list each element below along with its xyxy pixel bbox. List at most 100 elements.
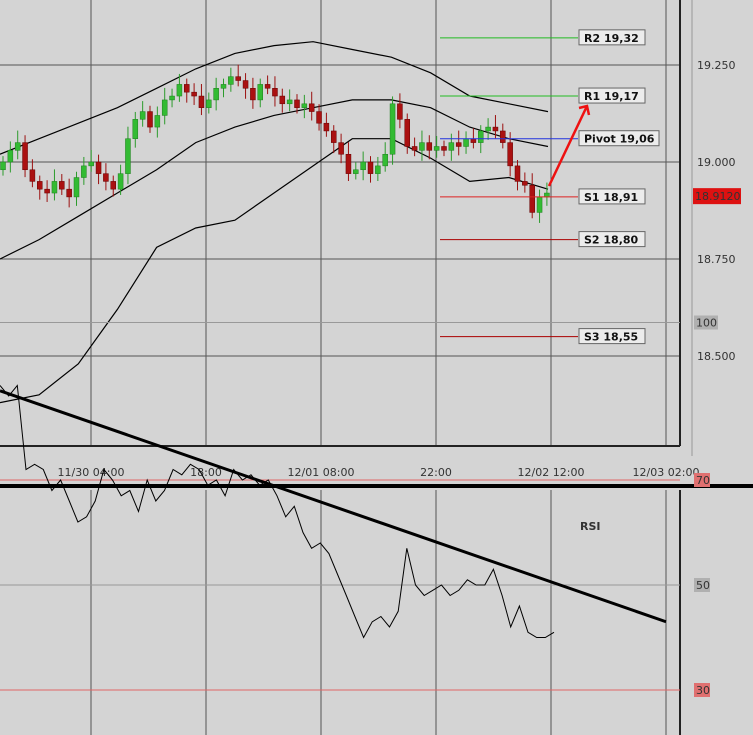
candle [7, 150, 14, 163]
rsi-tick-label: 30 [696, 684, 710, 697]
pivot-level-label: R1 19,17 [584, 90, 639, 103]
candle [367, 161, 374, 174]
candle [110, 181, 116, 190]
candle [404, 119, 410, 147]
candle [37, 181, 43, 190]
candle [433, 146, 440, 151]
candle [228, 76, 234, 85]
price-tick-label: 18.500 [697, 350, 736, 363]
candle [389, 103, 396, 155]
candle [147, 111, 153, 128]
candle [51, 181, 58, 194]
trading-chart: 19.250 19.000 18.750 18.500 11/30 04:00 18:00… [0, 0, 753, 735]
candle [411, 146, 418, 151]
candle [419, 142, 425, 151]
candle [485, 126, 491, 132]
rsi-title: RSI [580, 520, 601, 533]
price-tick-label: 18.750 [697, 253, 736, 266]
candle [500, 130, 506, 143]
candle [463, 138, 469, 147]
candle [529, 185, 535, 213]
candle [536, 196, 543, 213]
candle [191, 91, 197, 97]
time-tick-label: 22:00 [420, 466, 452, 479]
current-price-label: 18.9120 [695, 190, 741, 203]
candle [161, 99, 168, 116]
candle [353, 169, 359, 174]
candle [301, 103, 308, 108]
candle [316, 111, 322, 124]
candle [198, 95, 205, 108]
candle [73, 177, 80, 198]
candle [139, 111, 146, 120]
time-tick-label: 12/03 02:00 [633, 466, 700, 479]
candle [345, 153, 352, 174]
candle [176, 84, 183, 97]
candle [59, 181, 65, 190]
candle [220, 84, 227, 89]
rsi-tick-label: 50 [696, 579, 710, 592]
time-tick-label: 12/01 08:00 [288, 466, 355, 479]
candle [242, 80, 249, 89]
candle [14, 142, 21, 151]
candle [88, 161, 94, 167]
candle [507, 142, 513, 167]
candle [478, 130, 484, 143]
candle [66, 188, 72, 198]
candle [522, 181, 528, 186]
pivot-level-label: Pivot 19,06 [584, 133, 655, 146]
candle [294, 99, 300, 108]
candle [154, 115, 161, 128]
candle [125, 138, 131, 174]
candle [448, 142, 455, 151]
candle [213, 88, 219, 101]
candle [470, 138, 477, 143]
pivot-level-label: S1 18,91 [584, 191, 638, 204]
candle [169, 95, 175, 101]
candle [206, 99, 212, 108]
candle [286, 99, 293, 105]
candle [279, 95, 286, 105]
candle [382, 153, 388, 167]
time-tick-label: 12/02 12:00 [518, 466, 585, 479]
rsi-plot-background [0, 490, 680, 735]
candle [250, 88, 256, 101]
candle [117, 173, 124, 190]
candle [257, 84, 263, 101]
pivot-level-label: S2 18,80 [584, 234, 639, 247]
candle [308, 103, 315, 112]
time-tick-label: 18:00 [190, 466, 222, 479]
candle [264, 84, 271, 89]
time-tick-label: 11/30 04:00 [58, 466, 125, 479]
candle [0, 161, 6, 171]
candle [360, 161, 366, 171]
price-tick-label: 19.250 [697, 59, 736, 72]
price-tick-label: 19.000 [697, 156, 736, 169]
rsi-tick-label: 100 [696, 317, 717, 330]
candle [397, 103, 403, 120]
candle [544, 192, 550, 198]
candle [95, 161, 102, 174]
candle [81, 165, 87, 178]
rsi-tick-label: 70 [696, 474, 710, 487]
candle [375, 165, 381, 174]
chart-window: 19.250 19.000 18.750 18.500 11/30 04:00 18:00… [0, 0, 753, 735]
candle [103, 173, 109, 182]
candle [235, 76, 241, 81]
candle [272, 88, 278, 97]
candle [514, 165, 521, 182]
candle [29, 169, 36, 182]
candle [132, 119, 139, 139]
candle [323, 122, 330, 132]
candle [44, 188, 50, 194]
candle [338, 142, 344, 155]
price-plot-background [0, 0, 680, 446]
pivot-level-label: R2 19,32 [584, 32, 639, 45]
candle [426, 142, 433, 151]
candle [455, 142, 462, 147]
candle [331, 130, 337, 143]
candle [184, 84, 190, 93]
candle [441, 146, 447, 151]
candle [492, 126, 499, 132]
pivot-level-label: S3 18,55 [584, 331, 638, 344]
